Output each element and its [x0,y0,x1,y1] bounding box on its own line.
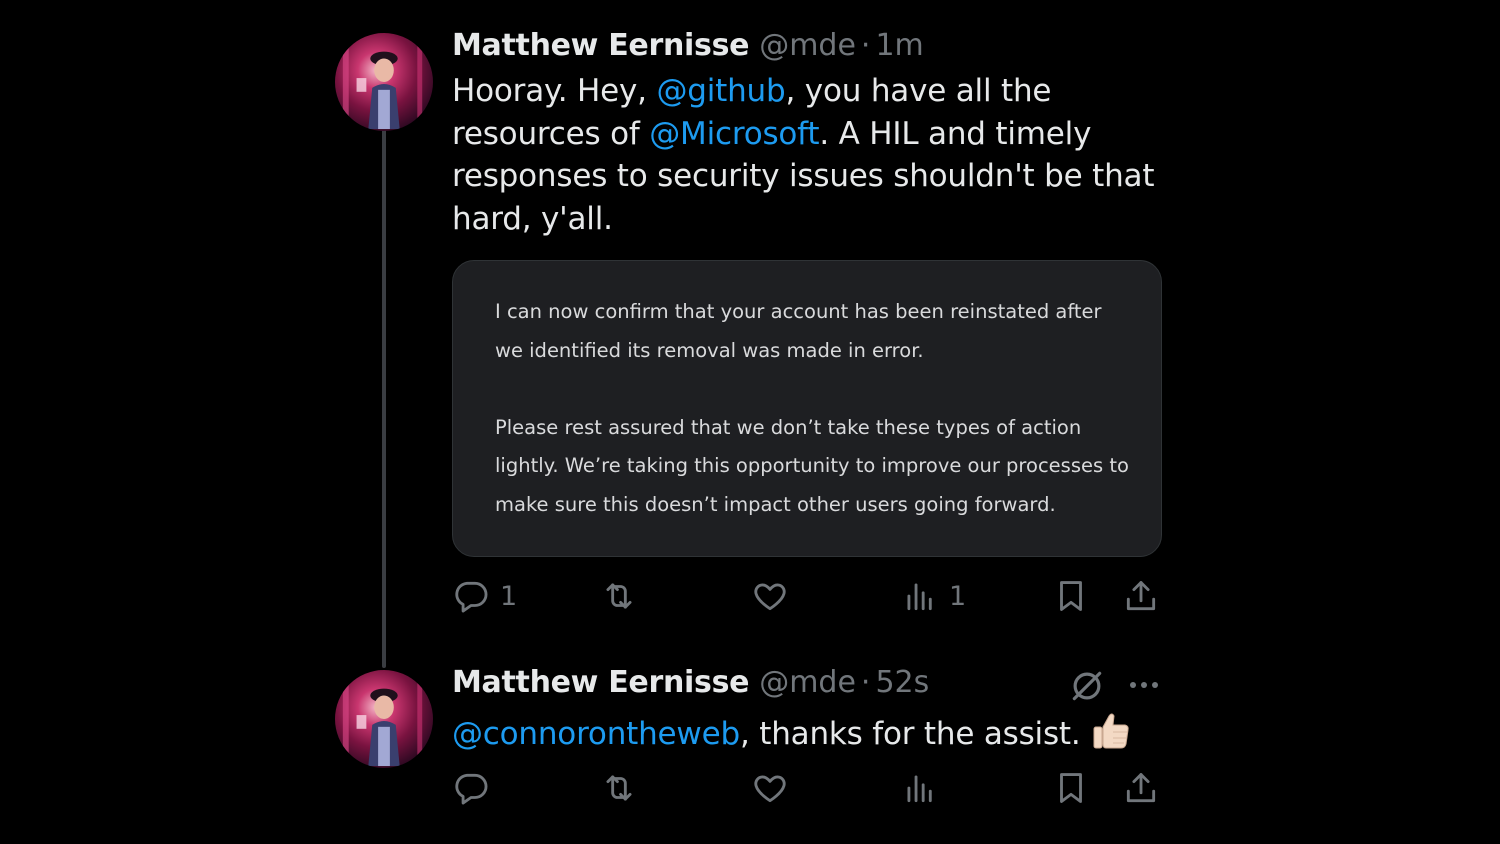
text-segment: , thanks for the assist. [739,716,1081,752]
text-segment: Hooray. Hey, [452,73,657,109]
reply-button[interactable] [452,768,490,808]
separator-dot: · [860,28,871,63]
repost-button[interactable] [600,576,638,616]
mention-link[interactable]: @Microsoft [649,116,819,152]
heart-icon [754,583,786,611]
reply-icon [455,581,488,613]
grok-icon[interactable] [1068,667,1106,705]
views-count: 1 [949,580,967,612]
reply-button[interactable]: 1 [452,576,517,616]
share-button[interactable] [1122,768,1160,808]
tweet-action-bar [452,768,1162,808]
like-button[interactable] [751,768,789,808]
tweet-header: Matthew Eernisse @mde · 52s [452,665,929,705]
quoted-screenshot-card[interactable]: I can now confirm that your account has … [452,260,1162,557]
views-icon [907,775,932,803]
thread-connector-line [382,128,386,668]
views-button[interactable]: 1 [901,576,966,616]
share-button[interactable] [1122,576,1160,616]
share-icon [1126,773,1156,803]
bookmark-button[interactable] [1052,768,1090,808]
repost-icon [606,583,632,609]
bookmark-button[interactable] [1052,576,1090,616]
reply-icon [455,773,488,805]
thumbs-up-emoji [1093,713,1129,749]
more-icon[interactable] [1125,673,1163,697]
display-name[interactable]: Matthew Eernisse [452,28,749,63]
avatar[interactable] [335,670,433,768]
heart-icon [754,775,786,803]
separator-dot: · [860,665,871,700]
user-handle[interactable]: @mde [759,28,856,63]
timestamp[interactable]: 1m [875,28,923,63]
bookmark-icon [1060,773,1082,803]
like-button[interactable] [751,576,789,616]
bookmark-icon [1060,581,1082,611]
tweet-header: Matthew Eernisse @mde · 1m [452,28,924,68]
display-name[interactable]: Matthew Eernisse [452,665,749,700]
card-paragraph: I can now confirm that your account has … [495,300,1102,362]
repost-icon [606,775,632,801]
mention-link[interactable]: @connorontheweb [452,716,740,752]
share-icon [1126,581,1156,611]
views-icon [907,583,932,611]
tweet-action-bar: 1 1 [452,576,1162,616]
reply-count: 1 [500,580,518,612]
avatar[interactable] [335,33,433,131]
tweet-text: Hooray. Hey, @github, you have all the r… [452,70,1172,240]
tweet-text: @connorontheweb, thanks for the assist. [452,708,1172,756]
repost-button[interactable] [600,768,638,808]
mention-link[interactable]: @github [656,73,785,109]
user-handle[interactable]: @mde [759,665,856,700]
card-paragraph: Please rest assured that we don’t take t… [495,415,1129,516]
timestamp[interactable]: 52s [875,665,929,700]
views-button[interactable] [901,768,939,808]
